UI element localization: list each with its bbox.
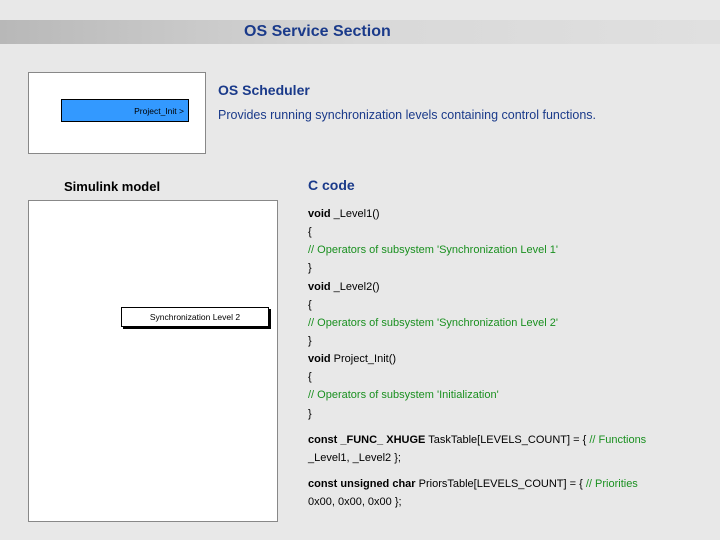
scheduler-thumbnail: Project_Init > xyxy=(28,72,206,154)
code-line: { xyxy=(308,368,698,386)
code-line: } xyxy=(308,259,698,277)
code-line: } xyxy=(308,332,698,350)
simulink-label: Simulink model xyxy=(64,179,160,194)
sync-level-block: Synchronization Level 2 xyxy=(121,307,269,327)
scheduler-heading: OS Scheduler xyxy=(218,82,310,98)
page-title: OS Service Section xyxy=(244,23,391,41)
header-band: OS Service Section xyxy=(0,20,720,44)
code-comment: // Operators of subsystem 'Synchronizati… xyxy=(308,314,698,332)
simulink-model-box: Synchronization Level 2 xyxy=(28,200,278,522)
code-line: 0x00, 0x00, 0x00 }; xyxy=(308,493,698,511)
code-line: void _Level2() xyxy=(308,278,698,296)
code-line: { xyxy=(308,223,698,241)
code-line: const _FUNC_ XHUGE TaskTable[LEVELS_COUN… xyxy=(308,431,698,449)
project-init-block: Project_Init > xyxy=(61,99,189,122)
code-line: const unsigned char PriorsTable[LEVELS_C… xyxy=(308,475,698,493)
code-line: void _Level1() xyxy=(308,205,698,223)
scheduler-description: Provides running synchronization levels … xyxy=(218,108,596,122)
code-comment: // Operators of subsystem 'Synchronizati… xyxy=(308,241,698,259)
code-line: void Project_Init() xyxy=(308,350,698,368)
ccode-label: C code xyxy=(308,177,355,193)
code-line: } xyxy=(308,405,698,423)
code-comment: // Operators of subsystem 'Initializatio… xyxy=(308,386,698,404)
c-code-block: void _Level1() { // Operators of subsyst… xyxy=(308,205,698,511)
code-line: { xyxy=(308,296,698,314)
code-line: _Level1, _Level2 }; xyxy=(308,449,698,467)
